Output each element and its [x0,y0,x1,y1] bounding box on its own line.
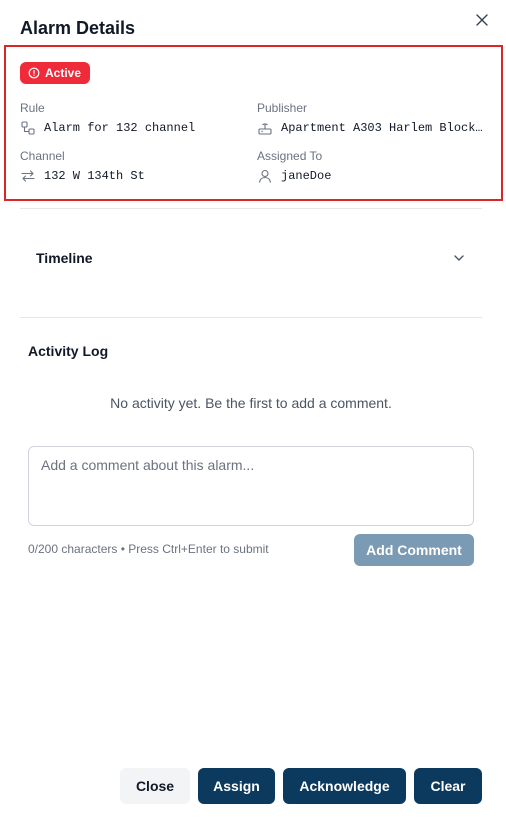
assign-button[interactable]: Assign [198,768,275,804]
user-icon [258,169,272,183]
chevron-down-icon [454,255,464,261]
alarm-details-dialog: Alarm Details Active Rule Alarm for 132 … [0,0,506,823]
assigned-to-value: janeDoe [281,169,332,183]
alert-circle-icon [28,67,40,79]
publisher-value: Apartment A303 Harlem Block… [281,121,483,135]
swap-arrows-icon [21,170,35,182]
rule-icon [21,121,35,135]
timeline-accordion[interactable]: Timeline [20,226,482,290]
channel-label: Channel [20,149,65,163]
clear-button[interactable]: Clear [414,768,482,804]
status-badge-label: Active [45,66,82,80]
close-button[interactable]: Close [120,768,190,804]
close-icon[interactable] [471,9,493,31]
rule-field: Alarm for 132 channel [20,120,240,136]
divider [20,317,482,318]
empty-activity-message: No activity yet. Be the first to add a c… [110,395,392,411]
divider [20,208,482,209]
publisher-field: Apartment A303 Harlem Block… [257,120,483,136]
comment-input[interactable] [28,446,474,526]
publisher-label: Publisher [257,101,308,115]
dialog-title: Alarm Details [20,18,136,38]
add-comment-button[interactable]: Add Comment [354,534,474,566]
close-icon-graphic [476,14,488,26]
assigned-to-field: janeDoe [257,168,483,184]
channel-value: 132 W 134th St [44,169,145,183]
rule-label: Rule [20,101,45,115]
alarm-details-panel: Active Rule Alarm for 132 channel Publis… [4,45,503,201]
character-count-hint: 0/200 characters • Press Ctrl+Enter to s… [28,542,269,556]
channel-field: 132 W 134th St [20,168,240,184]
timeline-title: Timeline [36,250,93,266]
activity-log-title: Activity Log [28,343,109,359]
assigned-to-label: Assigned To [257,149,323,163]
status-badge: Active [20,62,91,84]
publisher-icon [258,123,272,135]
rule-value: Alarm for 132 channel [44,121,196,135]
acknowledge-button[interactable]: Acknowledge [283,768,406,804]
